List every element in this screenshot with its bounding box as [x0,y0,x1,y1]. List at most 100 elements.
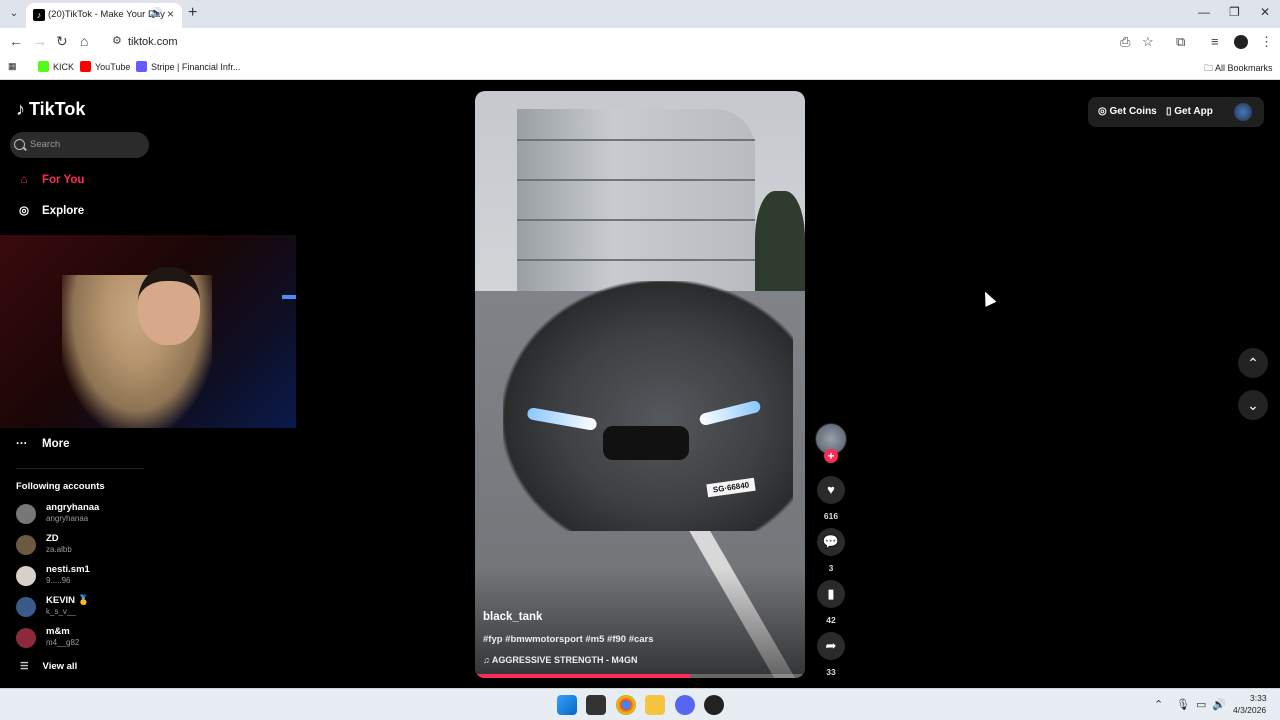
follow-plus-icon[interactable]: + [824,449,838,463]
video-player[interactable]: SG·66840 black_tank #fyp #bmwmotorsport … [475,91,805,678]
rgb-light [282,295,296,299]
stripe-icon [136,61,147,72]
clock-time[interactable]: 3:33 [1250,693,1267,703]
tiktok-logo[interactable]: ♪ TikTok [16,99,85,120]
avatar [16,504,36,524]
nav-label: Explore [42,205,85,217]
home-icon[interactable]: ⌂ [80,33,88,49]
bookmark-star-icon[interactable]: ☆ [1142,34,1154,50]
music-note-icon: ♫ [483,655,492,665]
car-grille [603,426,689,460]
search-placeholder: Search [30,139,61,150]
webcam-overlay [0,235,296,428]
view-all-button[interactable]: ☰ View all [20,661,77,672]
media-controls-icon[interactable]: ≡ [1211,34,1219,49]
minimize-icon[interactable]: — [1198,5,1210,19]
clock-date[interactable]: 4/3/2026 [1233,705,1266,715]
video-caption[interactable]: #fyp #bmwmotorsport #m5 #f90 #cars [483,634,654,645]
search-input[interactable]: Search [10,132,149,158]
share-button[interactable]: ➦ [817,632,845,660]
bookmark-icon: ▮ [827,586,835,601]
bookmark-label: Stripe | Financial Infr... [151,62,241,72]
bookmark-label: KICK [53,62,75,72]
account-handle: angryhanaa [46,514,89,523]
obs-icon[interactable] [704,695,724,715]
new-tab-button[interactable]: + [188,4,197,22]
following-account[interactable]: angryhanaa angryhanaa [16,502,216,528]
account-handle: m4__g82 [46,638,80,647]
account-handle: 9.....96 [46,576,71,585]
video-progress-fill [475,674,690,678]
network-icon[interactable]: ▭ [1196,698,1206,711]
reload-icon[interactable]: ↻ [56,33,68,50]
nav-label: More [42,438,70,450]
kick-icon [38,61,49,72]
chrome-icon[interactable] [616,695,636,715]
following-title: Following accounts [16,481,105,492]
next-video-button[interactable]: ⌄ [1238,390,1268,420]
bookmark-stripe[interactable]: Stripe | Financial Infr... [136,61,240,72]
speaker-icon[interactable]: 🔊 [150,8,162,19]
comment-button[interactable]: 💬 [817,528,845,556]
following-account[interactable]: KEVIN 🥇 k_s_v__ [16,595,216,621]
following-account[interactable]: m&m m4__g82 [16,626,216,652]
video-author[interactable]: black_tank [483,611,542,623]
divider [16,468,144,469]
nav-more[interactable]: ··· More [16,438,69,450]
forward-icon[interactable]: → [33,33,47,49]
building-floor [517,259,755,261]
following-account[interactable]: nesti.sm1 9.....96 [16,564,216,590]
file-explorer-icon[interactable] [645,695,665,715]
microphone-icon[interactable]: 🎙 [1176,698,1190,711]
volume-icon[interactable]: 🔊 [1212,698,1226,711]
task-view-icon[interactable] [586,695,606,715]
menu-icon[interactable]: ⋮ [1260,34,1273,50]
apps-grid-icon[interactable]: ▦ [8,61,17,72]
bookmarks-bar: ▦ KICK YouTube Stripe | Financial Infr..… [0,56,1280,80]
ellipsis-icon: ··· [16,438,28,450]
avatar [16,597,36,617]
video-progress-bar[interactable] [475,674,805,678]
tab-search-icon[interactable]: ⌄ [6,6,22,22]
account-name: angryhanaa [46,502,100,513]
windows-taskbar: ⌃ 🎙 ▭ 🔊 3:33 4/3/2026 [0,688,1280,720]
url-text: tiktok.com [128,36,178,48]
chevron-down-icon: ⌄ [1247,397,1259,413]
all-bookmarks[interactable]: 🗀 All Bookmarks [1204,61,1273,77]
search-icon [14,139,25,150]
account-handle: za.albb [46,545,72,554]
bookmark-kick[interactable]: KICK [38,61,74,72]
get-coins-button[interactable]: ◎ Get Coins [1098,106,1157,117]
save-button[interactable]: ▮ [817,580,845,608]
discord-icon[interactable] [675,695,695,715]
nav-for-you[interactable]: ⌂ For You [16,174,85,186]
get-app-button[interactable]: ▯ Get App [1166,106,1213,117]
start-icon[interactable] [557,695,577,715]
like-button[interactable]: ♥ [817,476,845,504]
restore-icon[interactable]: ❐ [1229,5,1240,19]
profile-avatar[interactable] [1234,35,1248,49]
account-name: nesti.sm1 [46,564,90,575]
user-avatar[interactable] [1234,103,1252,121]
site-info-icon[interactable]: ⚙ [112,34,122,47]
all-bookmarks-label: All Bookmarks [1215,63,1273,73]
coin-icon: ◎ [1098,106,1110,117]
browser-tab[interactable]: ♪ (20)TikTok - Make Your Day 🔊 × [26,3,182,28]
building-floor [517,219,755,221]
close-tab-icon[interactable]: × [167,7,174,21]
previous-video-button[interactable]: ⌃ [1238,348,1268,378]
nav-explore[interactable]: ◎ Explore [16,203,84,217]
install-app-icon[interactable]: ⎙ [1120,34,1130,50]
account-name: ZD [46,533,59,544]
top-actions: ◎ Get Coins ▯ Get App [1088,97,1264,127]
show-hidden-icons-icon[interactable]: ⌃ [1154,698,1163,711]
bookmark-youtube[interactable]: YouTube [80,61,130,72]
back-icon[interactable]: ← [9,33,23,49]
address-bar[interactable]: ⚙ tiktok.com [104,31,1168,53]
video-music[interactable]: ♫ AGGRESSIVE STRENGTH - M4GN [483,655,637,665]
following-account[interactable]: ZD za.albb [16,533,216,559]
extensions-icon[interactable]: ⧉ [1176,34,1185,50]
get-app-label: Get App [1174,106,1213,117]
bookmark-label: YouTube [95,62,131,72]
close-window-icon[interactable]: ✕ [1260,5,1270,19]
